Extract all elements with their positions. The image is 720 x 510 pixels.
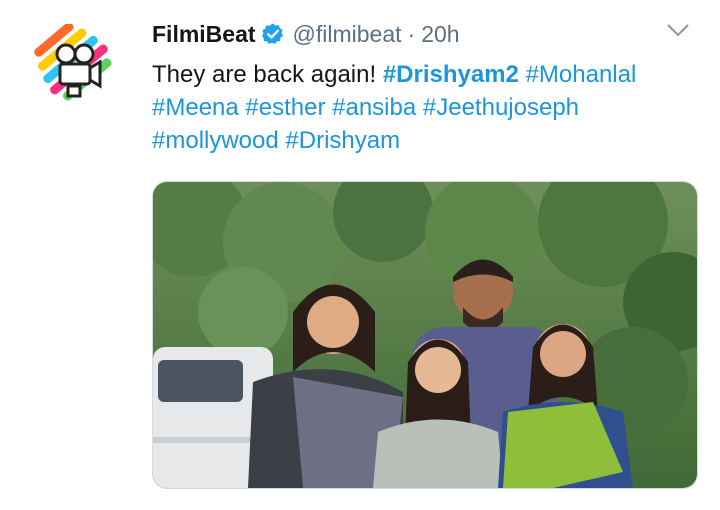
account-name[interactable]: FilmiBeat xyxy=(152,21,256,48)
hashtag-link[interactable]: #ansiba xyxy=(332,94,416,121)
tweet-photo[interactable] xyxy=(152,181,698,489)
tweet-text: They are back again! #Drishyam2 #Mohanla… xyxy=(152,58,712,157)
chevron-down-icon[interactable] xyxy=(664,20,692,42)
tweet-timestamp[interactable]: 20h xyxy=(421,21,459,48)
hashtag-link[interactable]: #Mohanlal xyxy=(526,61,637,88)
verified-badge-icon xyxy=(261,23,283,44)
family-photo-illustration xyxy=(153,182,697,488)
hashtag-link[interactable]: #mollywood xyxy=(152,127,279,154)
hashtag-link[interactable]: #Drishyam2 xyxy=(383,61,519,88)
tweet-body: They are back again! xyxy=(152,61,377,88)
filmibeat-logo-icon xyxy=(34,22,112,101)
hashtag-link[interactable]: #Meena xyxy=(152,94,239,121)
hashtag-link[interactable]: #Jeethujoseph xyxy=(423,94,579,121)
hashtag-link[interactable]: #esther xyxy=(245,94,325,121)
separator-dot: · xyxy=(407,20,416,47)
avatar[interactable] xyxy=(34,22,118,108)
tweet-header: FilmiBeat @filmibeat · 20h xyxy=(152,18,460,50)
hashtag-link[interactable]: #Drishyam xyxy=(285,127,400,154)
account-handle[interactable]: @filmibeat xyxy=(293,21,402,48)
